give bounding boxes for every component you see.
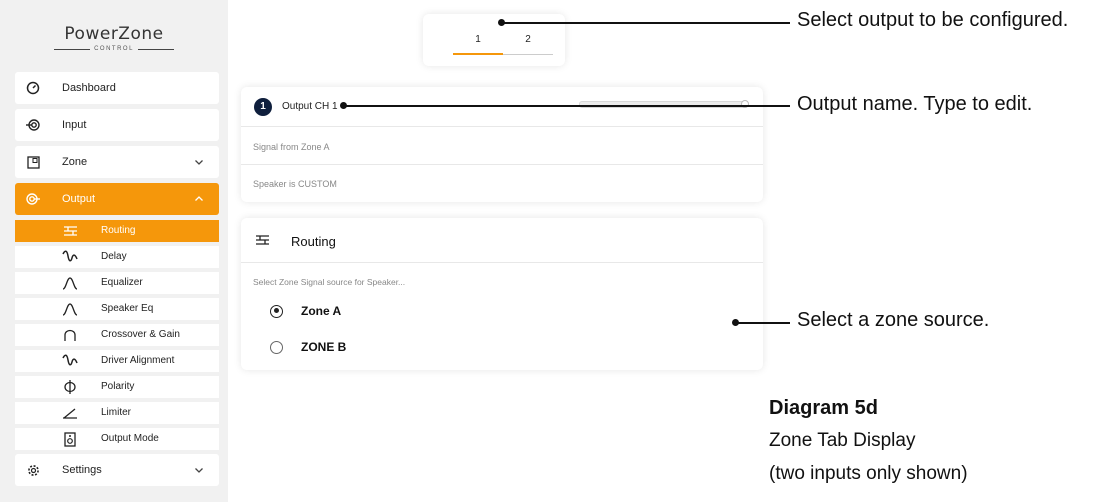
tab-track xyxy=(503,54,553,55)
driver-alignment-wave-icon xyxy=(62,353,78,369)
tab-output-2[interactable]: 2 xyxy=(503,34,553,45)
annotation-line xyxy=(344,105,790,107)
zone-icon xyxy=(25,154,41,170)
subnav-item-equalizer[interactable]: Equalizer xyxy=(15,272,219,294)
subnav-item-speaker-eq[interactable]: Speaker Eq xyxy=(15,298,219,320)
equalizer-curve-icon xyxy=(62,275,78,291)
logo-subtitle: CONTROL xyxy=(94,46,134,52)
sidebar-item-settings[interactable]: Settings xyxy=(15,454,219,486)
output-number-badge: 1 xyxy=(254,98,272,116)
subnav-item-label: Limiter xyxy=(101,407,132,418)
sidebar-item-label: Input xyxy=(62,119,87,131)
subnav-item-label: Crossover & Gain xyxy=(101,329,180,340)
diagram-caption-line-1: Zone Tab Display xyxy=(769,430,916,451)
output-icon xyxy=(25,191,41,207)
subnav-item-limiter[interactable]: Limiter xyxy=(15,402,219,424)
zone-a-option[interactable]: Zone A xyxy=(270,302,341,320)
subnav-item-label: Polarity xyxy=(101,381,135,392)
zone-a-label: Zone A xyxy=(301,304,342,318)
sidebar-item-input[interactable]: Input xyxy=(15,109,219,141)
diagram-caption-line-2: (two inputs only shown) xyxy=(769,463,968,484)
signal-source-text: Signal from Zone A xyxy=(253,142,330,152)
sidebar-item-label: Dashboard xyxy=(62,82,116,94)
subnav-item-label: Equalizer xyxy=(101,277,143,288)
logo-subtitle-row: CONTROL xyxy=(0,46,228,52)
subnav-item-polarity[interactable]: Polarity xyxy=(15,376,219,398)
subnav-item-crossover-gain[interactable]: Crossover & Gain xyxy=(15,324,219,346)
logo-divider xyxy=(54,48,91,50)
sidebar: PowerZone CONTROL Dashboard Input Zone O… xyxy=(0,0,228,502)
routing-card: Routing Select Zone Signal source for Sp… xyxy=(241,218,763,370)
sidebar-item-zone[interactable]: Zone xyxy=(15,146,219,178)
chevron-up-icon[interactable] xyxy=(193,193,205,205)
delay-wave-icon xyxy=(62,249,78,265)
annotation-name-note: Output name. Type to edit. xyxy=(797,93,1033,115)
logo-divider xyxy=(137,48,174,50)
sidebar-item-label: Zone xyxy=(62,156,88,168)
zone-a-radio[interactable] xyxy=(270,304,283,318)
subnav-item-output-mode[interactable]: Output Mode xyxy=(15,428,219,450)
diagram-caption-title: Diagram 5d xyxy=(769,397,878,419)
annotation-tab-note: Select output to be configured. xyxy=(797,9,1069,31)
routing-icon xyxy=(62,223,78,239)
output-subnav: Routing Delay Equalizer Speaker Eq Cross… xyxy=(15,220,219,450)
annotation-line xyxy=(502,22,790,24)
subnav-item-label: Routing xyxy=(101,225,136,236)
routing-header: Routing xyxy=(241,218,763,263)
signal-row: Signal from Zone A xyxy=(241,127,763,165)
zone-b-radio[interactable] xyxy=(270,340,283,354)
tab-output-1[interactable]: 1 xyxy=(453,34,503,45)
speaker-eq-curve-icon xyxy=(62,301,78,317)
routing-title: Routing xyxy=(291,234,336,249)
logo-title: PowerZone xyxy=(64,24,164,44)
chevron-down-icon[interactable] xyxy=(193,464,205,476)
subnav-item-routing[interactable]: Routing xyxy=(15,220,219,242)
limiter-icon xyxy=(62,405,78,421)
routing-instruction: Select Zone Signal source for Speaker... xyxy=(253,277,406,287)
gauge-icon xyxy=(25,80,41,96)
subnav-item-driver-alignment[interactable]: Driver Alignment xyxy=(15,350,219,372)
speaker-box-icon xyxy=(62,431,78,447)
sidebar-item-label: Settings xyxy=(62,464,102,476)
subnav-item-label: Delay xyxy=(101,251,127,262)
sidebar-item-dashboard[interactable]: Dashboard xyxy=(15,72,219,104)
sidebar-item-output[interactable]: Output xyxy=(15,183,219,215)
subnav-item-delay[interactable]: Delay xyxy=(15,246,219,268)
sidebar-nav: Dashboard Input Zone Output Routing Dela… xyxy=(15,72,219,491)
subnav-item-label: Output Mode xyxy=(101,433,159,444)
polarity-phi-icon xyxy=(62,379,78,395)
input-icon xyxy=(25,117,41,133)
routing-icon xyxy=(255,233,271,249)
app-logo: PowerZone CONTROL xyxy=(0,18,228,68)
zone-b-option[interactable]: ZONE B xyxy=(270,338,346,356)
subnav-item-label: Speaker Eq xyxy=(101,303,154,314)
subnav-item-label: Driver Alignment xyxy=(101,355,175,366)
gear-icon xyxy=(25,462,41,478)
output-name-row: 1 Output CH 1 xyxy=(241,87,763,127)
annotation-line xyxy=(736,322,790,324)
annotation-zone-note: Select a zone source. xyxy=(797,309,990,331)
crossover-arch-icon xyxy=(62,327,78,343)
speaker-type-text: Speaker is CUSTOM xyxy=(253,179,337,189)
tab-active-indicator xyxy=(453,53,503,55)
speaker-row: Speaker is CUSTOM xyxy=(241,165,763,202)
chevron-down-icon[interactable] xyxy=(193,156,205,168)
zone-b-label: ZONE B xyxy=(301,340,347,354)
output-name[interactable]: Output CH 1 xyxy=(282,101,338,112)
sidebar-item-label: Output xyxy=(62,193,96,205)
